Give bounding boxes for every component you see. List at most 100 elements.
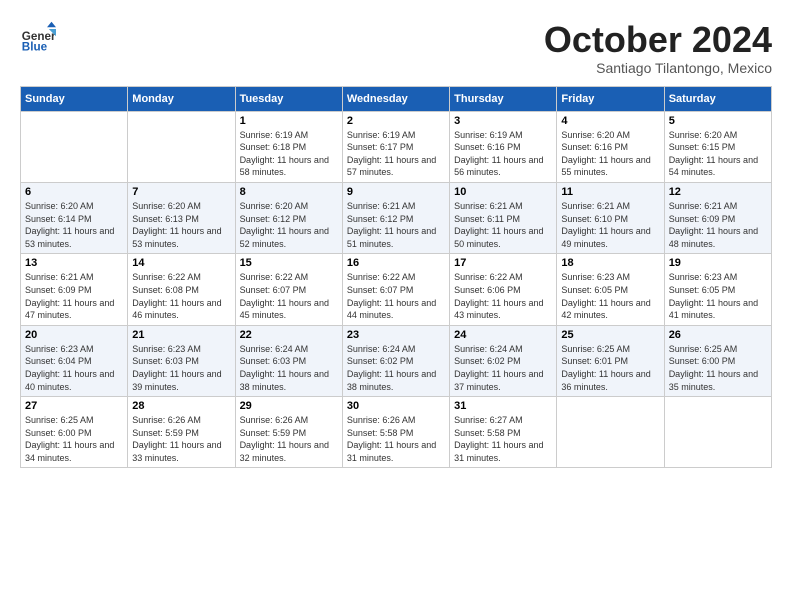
calendar-day-cell — [557, 397, 664, 468]
day-info: Sunrise: 6:21 AMSunset: 6:11 PMDaylight:… — [454, 200, 552, 250]
calendar-day-cell: 29Sunrise: 6:26 AMSunset: 5:59 PMDayligh… — [235, 397, 342, 468]
page-header: General Blue October 2024 Santiago Tilan… — [20, 20, 772, 76]
day-number: 3 — [454, 115, 552, 127]
month-title: October 2024 — [544, 20, 772, 60]
day-info: Sunrise: 6:21 AMSunset: 6:10 PMDaylight:… — [561, 200, 659, 250]
day-info: Sunrise: 6:20 AMSunset: 6:12 PMDaylight:… — [240, 200, 338, 250]
calendar-day-cell: 27Sunrise: 6:25 AMSunset: 6:00 PMDayligh… — [21, 397, 128, 468]
day-info: Sunrise: 6:23 AMSunset: 6:04 PMDaylight:… — [25, 343, 123, 393]
weekday-header: Thursday — [450, 86, 557, 111]
day-info: Sunrise: 6:22 AMSunset: 6:06 PMDaylight:… — [454, 271, 552, 321]
day-number: 25 — [561, 329, 659, 341]
weekday-header: Saturday — [664, 86, 771, 111]
calendar-week-row: 13Sunrise: 6:21 AMSunset: 6:09 PMDayligh… — [21, 254, 772, 325]
day-info: Sunrise: 6:19 AMSunset: 6:17 PMDaylight:… — [347, 129, 445, 179]
calendar-week-row: 1 Sunrise: 6:19 AMSunset: 6:18 PMDaylight… — [21, 111, 772, 182]
day-number: 4 — [561, 115, 659, 127]
calendar-day-cell: 4 Sunrise: 6:20 AMSunset: 6:16 PMDaylight… — [557, 111, 664, 182]
calendar-day-cell: 28 Sunrise: 6:26 AMSunset: 5:59 PMDayligh… — [128, 397, 235, 468]
day-number: 26 — [669, 329, 767, 341]
calendar-day-cell: 5Sunrise: 6:20 AMSunset: 6:15 PMDaylight… — [664, 111, 771, 182]
day-number: 16 — [347, 257, 445, 269]
day-number: 31 — [454, 400, 552, 412]
day-info: Sunrise: 6:22 AMSunset: 6:08 PMDaylight:… — [132, 271, 230, 321]
day-info: Sunrise: 6:24 AMSunset: 6:03 PMDaylight:… — [240, 343, 338, 393]
day-info: Sunrise: 6:19 AMSunset: 6:18 PMDaylight:… — [240, 129, 338, 179]
day-info: Sunrise: 6:25 AMSunset: 6:00 PMDaylight:… — [25, 414, 123, 464]
calendar-week-row: 27Sunrise: 6:25 AMSunset: 6:00 PMDayligh… — [21, 397, 772, 468]
title-block: October 2024 Santiago Tilantongo, Mexico — [544, 20, 772, 76]
day-number: 19 — [669, 257, 767, 269]
calendar-day-cell: 7 Sunrise: 6:20 AMSunset: 6:13 PMDaylight… — [128, 182, 235, 253]
calendar-day-cell: 9 Sunrise: 6:21 AMSunset: 6:12 PMDaylight… — [342, 182, 449, 253]
calendar-day-cell: 15 Sunrise: 6:22 AMSunset: 6:07 PMDayligh… — [235, 254, 342, 325]
day-number: 30 — [347, 400, 445, 412]
calendar-day-cell: 14Sunrise: 6:22 AMSunset: 6:08 PMDayligh… — [128, 254, 235, 325]
location-subtitle: Santiago Tilantongo, Mexico — [544, 60, 772, 76]
day-number: 17 — [454, 257, 552, 269]
day-number: 6 — [25, 186, 123, 198]
day-info: Sunrise: 6:23 AMSunset: 6:05 PMDaylight:… — [561, 271, 659, 321]
calendar-day-cell: 20 Sunrise: 6:23 AMSunset: 6:04 PMDayligh… — [21, 325, 128, 396]
weekday-header: Tuesday — [235, 86, 342, 111]
day-info: Sunrise: 6:20 AMSunset: 6:13 PMDaylight:… — [132, 200, 230, 250]
day-number: 10 — [454, 186, 552, 198]
day-number: 21 — [132, 329, 230, 341]
day-info: Sunrise: 6:20 AMSunset: 6:15 PMDaylight:… — [669, 129, 767, 179]
day-info: Sunrise: 6:24 AMSunset: 6:02 PMDaylight:… — [347, 343, 445, 393]
day-number: 28 — [132, 400, 230, 412]
day-info: Sunrise: 6:26 AMSunset: 5:58 PMDaylight:… — [347, 414, 445, 464]
calendar-day-cell — [664, 397, 771, 468]
day-info: Sunrise: 6:23 AMSunset: 6:03 PMDaylight:… — [132, 343, 230, 393]
calendar-day-cell: 19 Sunrise: 6:23 AMSunset: 6:05 PMDayligh… — [664, 254, 771, 325]
day-info: Sunrise: 6:21 AMSunset: 6:09 PMDaylight:… — [669, 200, 767, 250]
day-number: 1 — [240, 115, 338, 127]
day-info: Sunrise: 6:24 AMSunset: 6:02 PMDaylight:… — [454, 343, 552, 393]
day-number: 24 — [454, 329, 552, 341]
calendar-day-cell: 17 Sunrise: 6:22 AMSunset: 6:06 PMDayligh… — [450, 254, 557, 325]
calendar-day-cell — [21, 111, 128, 182]
day-number: 7 — [132, 186, 230, 198]
day-info: Sunrise: 6:22 AMSunset: 6:07 PMDaylight:… — [347, 271, 445, 321]
calendar-week-row: 20 Sunrise: 6:23 AMSunset: 6:04 PMDayligh… — [21, 325, 772, 396]
day-info: Sunrise: 6:20 AMSunset: 6:14 PMDaylight:… — [25, 200, 123, 250]
day-info: Sunrise: 6:19 AMSunset: 6:16 PMDaylight:… — [454, 129, 552, 179]
calendar-day-cell: 12 Sunrise: 6:21 AMSunset: 6:09 PMDayligh… — [664, 182, 771, 253]
day-number: 2 — [347, 115, 445, 127]
calendar-day-cell: 18 Sunrise: 6:23 AMSunset: 6:05 PMDayligh… — [557, 254, 664, 325]
day-info: Sunrise: 6:25 AMSunset: 6:01 PMDaylight:… — [561, 343, 659, 393]
calendar-day-cell: 31 Sunrise: 6:27 AMSunset: 5:58 PMDayligh… — [450, 397, 557, 468]
day-info: Sunrise: 6:26 AMSunset: 5:59 PMDaylight:… — [132, 414, 230, 464]
calendar-day-cell: 24 Sunrise: 6:24 AMSunset: 6:02 PMDayligh… — [450, 325, 557, 396]
calendar-day-cell: 22 Sunrise: 6:24 AMSunset: 6:03 PMDayligh… — [235, 325, 342, 396]
calendar-day-cell — [128, 111, 235, 182]
day-info: Sunrise: 6:22 AMSunset: 6:07 PMDaylight:… — [240, 271, 338, 321]
svg-text:Blue: Blue — [22, 41, 48, 54]
day-info: Sunrise: 6:25 AMSunset: 6:00 PMDaylight:… — [669, 343, 767, 393]
day-info: Sunrise: 6:23 AMSunset: 6:05 PMDaylight:… — [669, 271, 767, 321]
weekday-header: Sunday — [21, 86, 128, 111]
day-number: 22 — [240, 329, 338, 341]
weekday-header-row: SundayMondayTuesdayWednesdayThursdayFrid… — [21, 86, 772, 111]
day-number: 12 — [669, 186, 767, 198]
calendar-day-cell: 11 Sunrise: 6:21 AMSunset: 6:10 PMDayligh… — [557, 182, 664, 253]
day-number: 9 — [347, 186, 445, 198]
calendar-day-cell: 3 Sunrise: 6:19 AMSunset: 6:16 PMDaylight… — [450, 111, 557, 182]
day-info: Sunrise: 6:26 AMSunset: 5:59 PMDaylight:… — [240, 414, 338, 464]
calendar-day-cell: 21 Sunrise: 6:23 AMSunset: 6:03 PMDayligh… — [128, 325, 235, 396]
calendar-day-cell: 8Sunrise: 6:20 AMSunset: 6:12 PMDaylight… — [235, 182, 342, 253]
day-number: 11 — [561, 186, 659, 198]
calendar-day-cell: 23Sunrise: 6:24 AMSunset: 6:02 PMDayligh… — [342, 325, 449, 396]
calendar-day-cell: 25 Sunrise: 6:25 AMSunset: 6:01 PMDayligh… — [557, 325, 664, 396]
day-info: Sunrise: 6:21 AMSunset: 6:12 PMDaylight:… — [347, 200, 445, 250]
day-info: Sunrise: 6:27 AMSunset: 5:58 PMDaylight:… — [454, 414, 552, 464]
calendar-day-cell: 2 Sunrise: 6:19 AMSunset: 6:17 PMDaylight… — [342, 111, 449, 182]
calendar-day-cell: 16 Sunrise: 6:22 AMSunset: 6:07 PMDayligh… — [342, 254, 449, 325]
day-number: 18 — [561, 257, 659, 269]
calendar-day-cell: 6 Sunrise: 6:20 AMSunset: 6:14 PMDaylight… — [21, 182, 128, 253]
calendar-day-cell: 1 Sunrise: 6:19 AMSunset: 6:18 PMDaylight… — [235, 111, 342, 182]
day-number: 20 — [25, 329, 123, 341]
day-info: Sunrise: 6:20 AMSunset: 6:16 PMDaylight:… — [561, 129, 659, 179]
calendar-day-cell: 13Sunrise: 6:21 AMSunset: 6:09 PMDayligh… — [21, 254, 128, 325]
day-number: 15 — [240, 257, 338, 269]
